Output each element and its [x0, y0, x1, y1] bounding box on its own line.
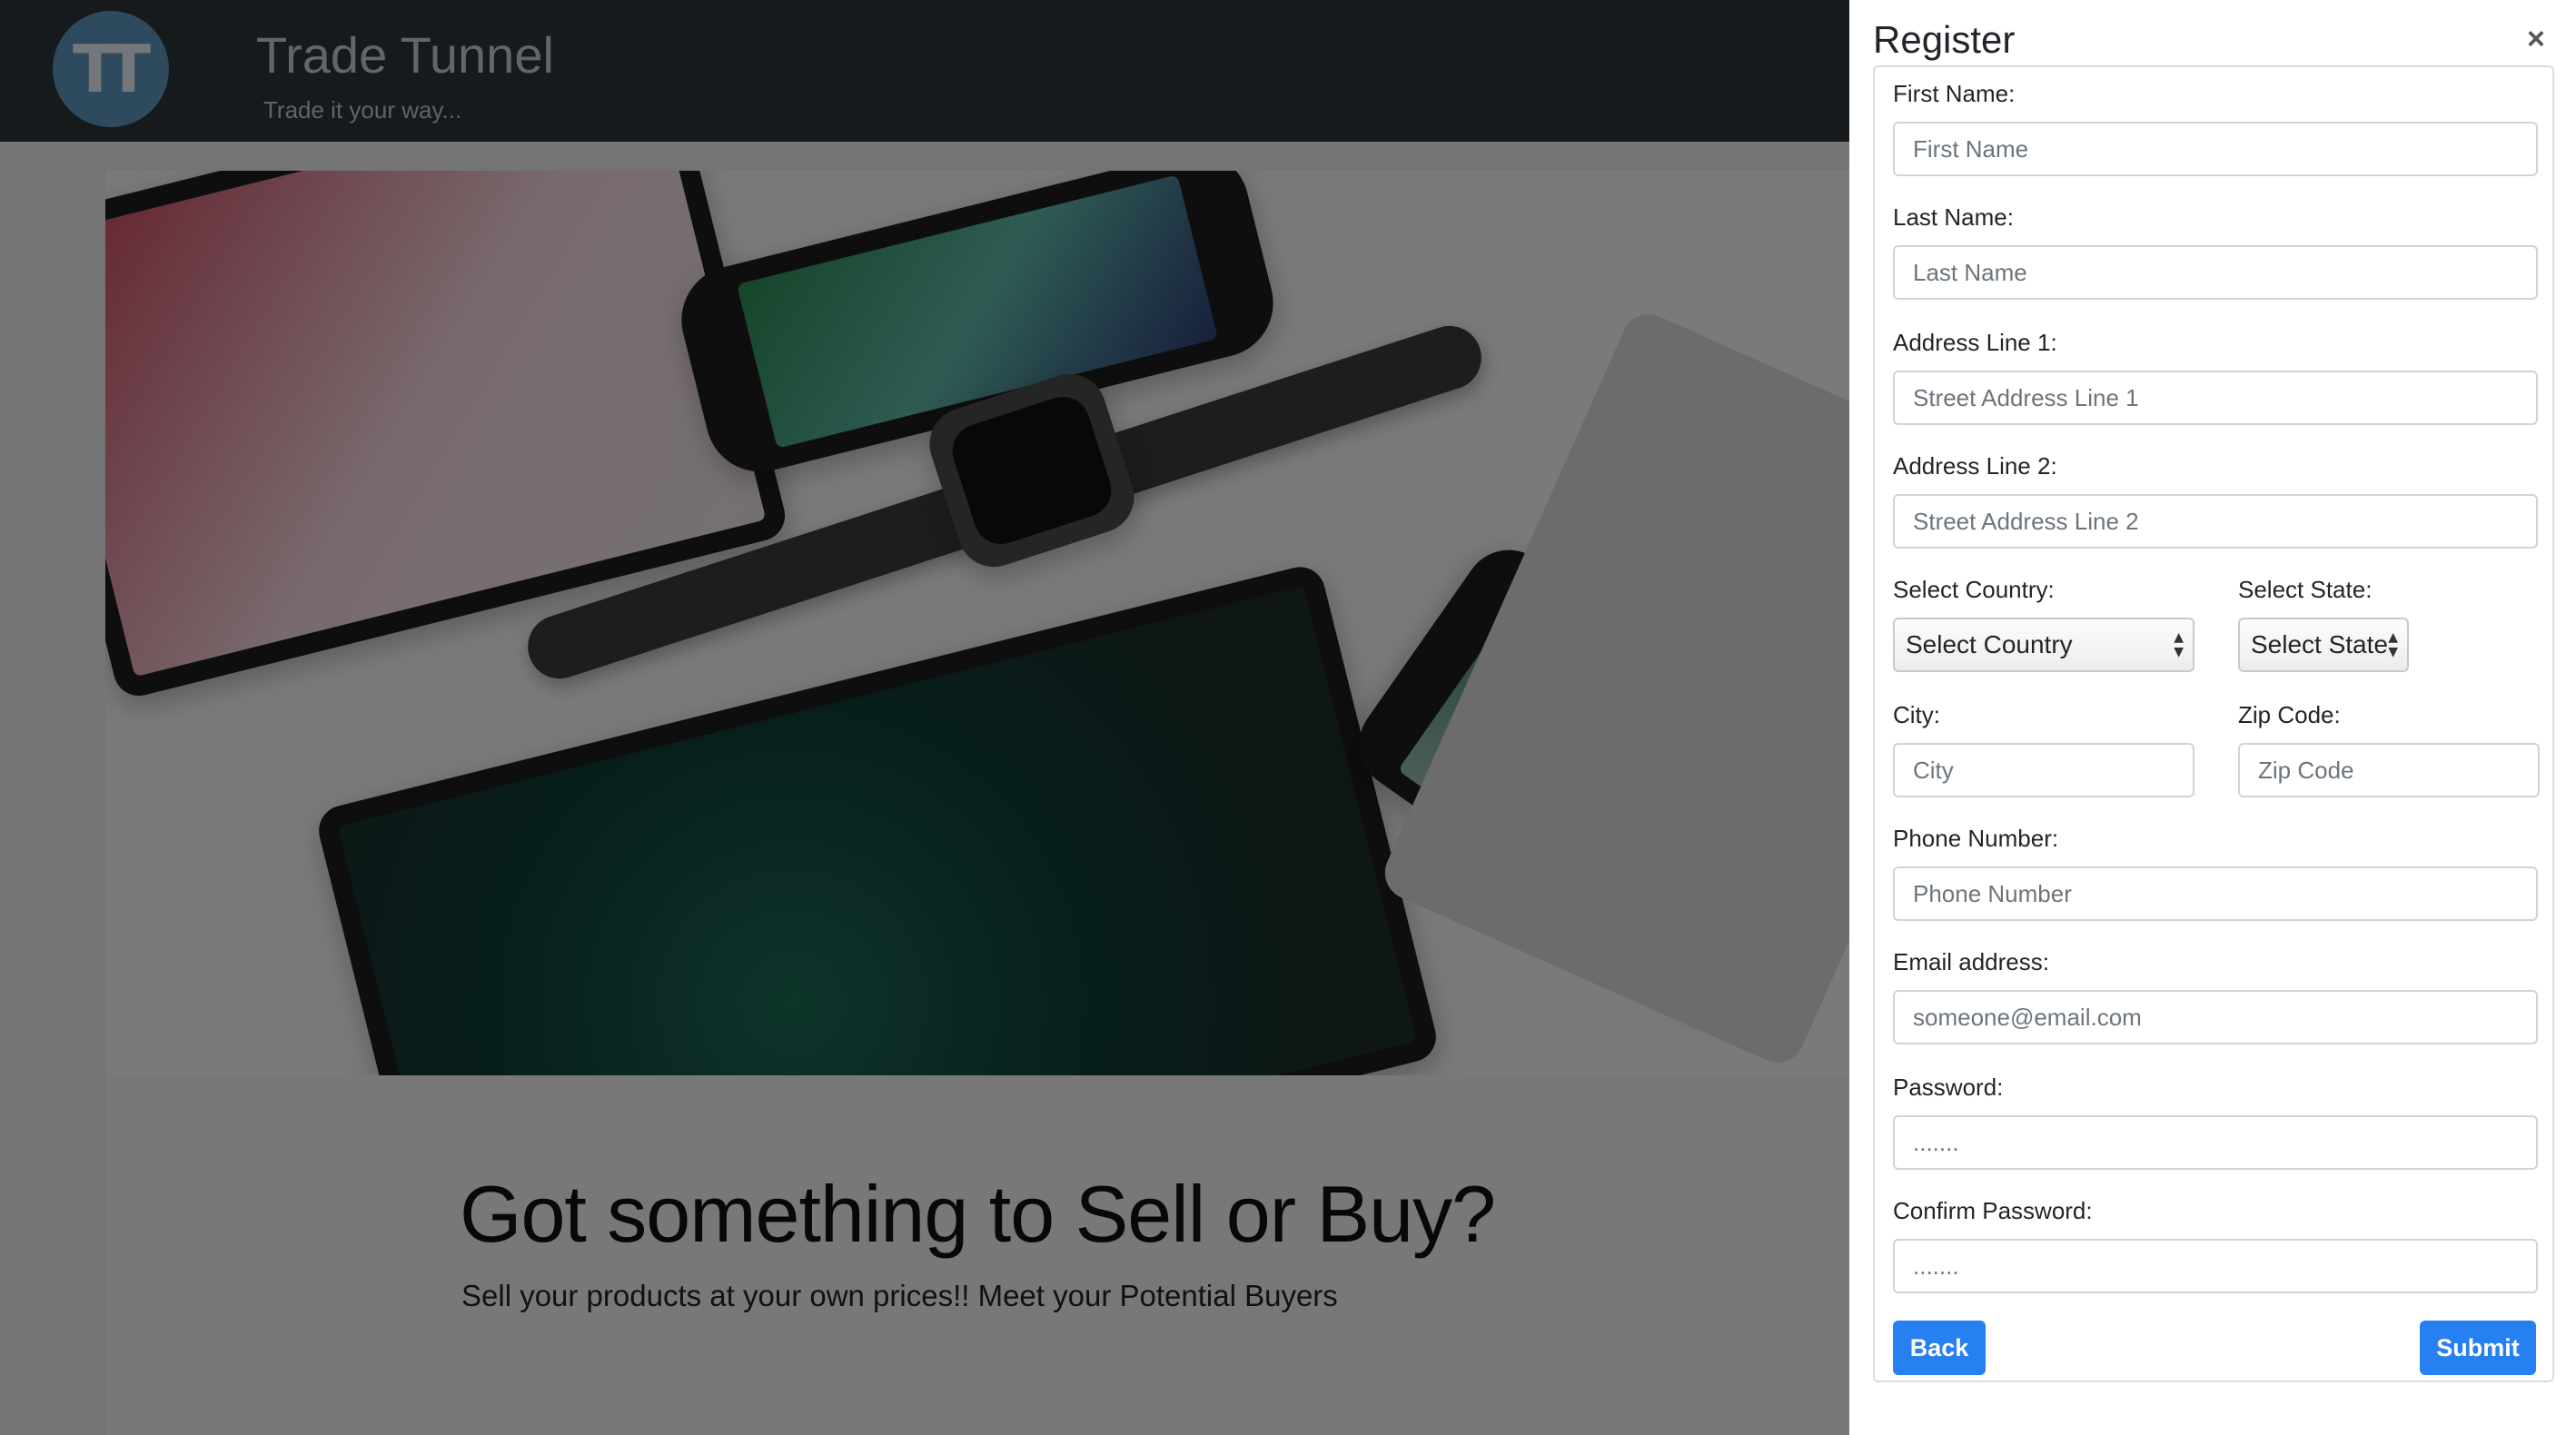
submit-button[interactable]: Submit [2420, 1321, 2536, 1375]
register-panel: Register × First Name: Last Name: Addres… [1849, 0, 2576, 1435]
password-input[interactable] [1893, 1115, 2538, 1170]
password-label: Password: [1893, 1074, 2004, 1101]
zip-code-input[interactable] [2238, 743, 2540, 797]
select-arrows-icon: ▲ ▼ [2174, 630, 2184, 659]
email-label: Email address: [1893, 948, 2049, 975]
city-input[interactable] [1893, 743, 2195, 797]
state-label: Select State: [2238, 576, 2373, 603]
confirm-password-input[interactable] [1893, 1239, 2538, 1293]
address-line-2-input[interactable] [1893, 494, 2538, 549]
country-select-value: Select Country [1906, 630, 2073, 658]
register-form: First Name: Last Name: Address Line 1: A… [1873, 65, 2554, 1382]
address-line-2-label: Address Line 2: [1893, 452, 2057, 480]
first-name-input[interactable] [1893, 122, 2538, 176]
email-input[interactable] [1893, 990, 2538, 1044]
phone-label: Phone Number: [1893, 825, 2059, 852]
city-label: City: [1893, 701, 1940, 728]
state-select[interactable]: Select State ▲ ▼ [2238, 618, 2409, 672]
zip-code-label: Zip Code: [2238, 701, 2341, 728]
address-line-1-input[interactable] [1893, 371, 2538, 425]
back-button[interactable]: Back [1893, 1321, 1986, 1375]
first-name-label: First Name: [1893, 80, 2016, 107]
phone-input[interactable] [1893, 866, 2538, 921]
address-line-1-label: Address Line 1: [1893, 329, 2057, 356]
country-select[interactable]: Select Country ▲ ▼ [1893, 618, 2195, 672]
last-name-input[interactable] [1893, 245, 2538, 300]
modal-backdrop[interactable] [0, 0, 1849, 1435]
confirm-password-label: Confirm Password: [1893, 1197, 2093, 1224]
country-label: Select Country: [1893, 576, 2055, 603]
last-name-label: Last Name: [1893, 203, 2014, 231]
close-icon[interactable]: × [2527, 24, 2545, 54]
state-select-value: Select State [2251, 630, 2388, 658]
select-arrows-icon: ▲ ▼ [2388, 630, 2398, 659]
register-title: Register [1873, 18, 2016, 61]
